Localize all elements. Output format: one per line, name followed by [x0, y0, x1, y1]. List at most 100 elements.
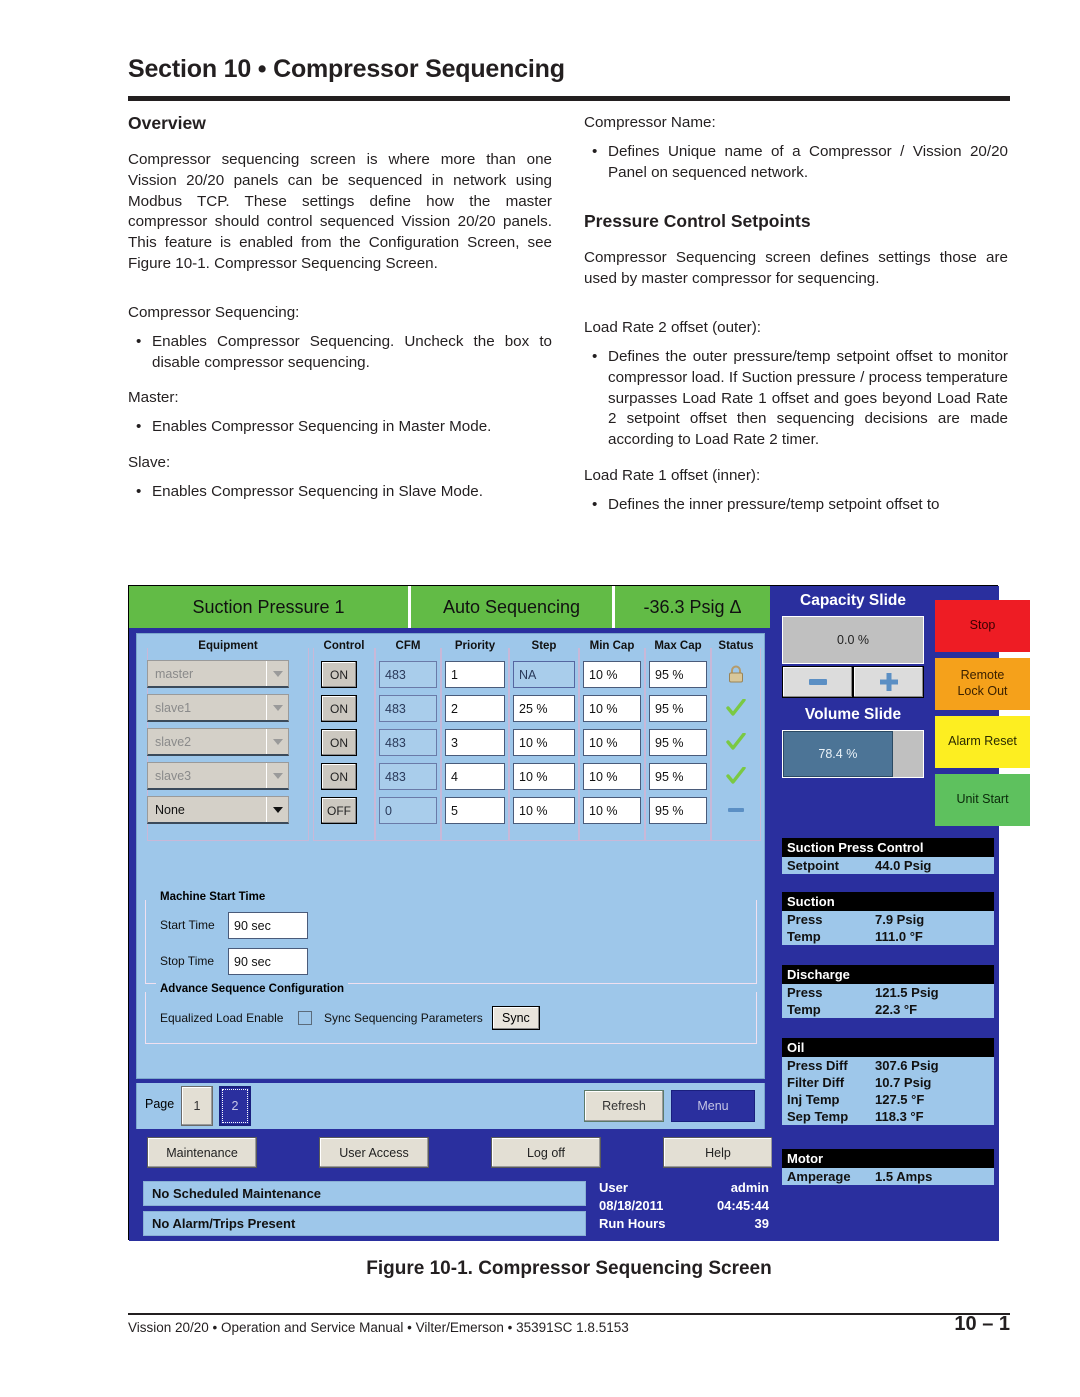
remote-lock-out-button[interactable]: Remote Lock Out	[935, 658, 1030, 710]
control-toggle-button[interactable]: ON	[321, 763, 357, 790]
start-time-input[interactable]: 90 sec	[228, 912, 308, 939]
cfm-input[interactable]: 0	[379, 797, 437, 824]
priority-input[interactable]: 2	[445, 695, 505, 722]
max-cap-input[interactable]: 95 %	[649, 763, 707, 790]
chevron-down-icon[interactable]	[266, 695, 288, 720]
footer-rule	[128, 1313, 1010, 1315]
list-item: Defines the inner pressure/temp setpoint…	[592, 495, 1008, 516]
maintenance-button[interactable]: Maintenance	[147, 1137, 257, 1168]
readout-row: Press 121.5 Psig	[782, 984, 994, 1001]
control-toggle-button[interactable]: ON	[321, 661, 357, 688]
max-cap-input[interactable]: 95 %	[649, 695, 707, 722]
cfm-input[interactable]: 483	[379, 729, 437, 756]
header-mode: Auto Sequencing	[411, 586, 615, 628]
max-cap-input[interactable]: 95 %	[649, 729, 707, 756]
equipment-dropdown[interactable]: None	[147, 796, 289, 824]
user-access-button[interactable]: User Access	[319, 1137, 429, 1168]
term-bullets: Defines the inner pressure/temp setpoint…	[584, 495, 1008, 516]
machine-start-time-legend: Machine Start Time	[156, 891, 270, 903]
control-toggle-button[interactable]: ON	[321, 729, 357, 756]
log-off-button[interactable]: Log off	[491, 1137, 601, 1168]
column-header-max_cap: Max Cap	[654, 640, 702, 652]
equipment-dropdown[interactable]: slave1	[147, 694, 289, 722]
term-bullets: Enables Compressor Sequencing in Master …	[128, 417, 552, 438]
capacity-minus-button[interactable]	[782, 666, 853, 698]
sync-parameters-label: Sync Sequencing Parameters	[324, 1011, 483, 1025]
min-cap-input[interactable]: 10 %	[583, 661, 641, 688]
max-cap-input[interactable]: 95 %	[649, 661, 707, 688]
alarm-reset-button[interactable]: Alarm Reset	[935, 716, 1030, 768]
control-toggle-button[interactable]: OFF	[321, 797, 357, 824]
readout-value: 44.0 Psig	[875, 858, 932, 873]
priority-input[interactable]: 4	[445, 763, 505, 790]
time-value: 04:45:44	[716, 1198, 769, 1213]
list-item: Enables Compressor Sequencing in Slave M…	[136, 482, 552, 503]
readout-value: 22.3 °F	[875, 1002, 918, 1017]
volume-slide-label: Volume Slide	[804, 706, 902, 723]
equipment-value: slave2	[155, 734, 192, 749]
menu-button[interactable]: Menu	[671, 1090, 755, 1122]
step-input[interactable]: 10 %	[513, 729, 575, 756]
stop-button-label: Stop	[969, 618, 996, 633]
cfm-input[interactable]: 483	[379, 695, 437, 722]
min-cap-input[interactable]: 10 %	[583, 729, 641, 756]
sync-button[interactable]: Sync	[492, 1006, 540, 1030]
min-cap-input[interactable]: 10 %	[583, 763, 641, 790]
equipment-value: slave1	[155, 700, 192, 715]
readout-value: 10.7 Psig	[875, 1075, 932, 1090]
cfm-input[interactable]: 483	[379, 661, 437, 688]
header-control-name: Suction Pressure 1	[129, 586, 411, 628]
min-cap-input[interactable]: 10 %	[583, 695, 641, 722]
term-label: Load Rate 1 offset (inner):	[584, 467, 761, 485]
unit-start-button[interactable]: Unit Start	[935, 774, 1030, 826]
list-item: Defines the outer pressure/temp setpoint…	[592, 347, 1008, 451]
equalized-load-checkbox[interactable]	[298, 1011, 312, 1025]
priority-input[interactable]: 1	[445, 661, 505, 688]
equipment-dropdown[interactable]: slave3	[147, 762, 289, 790]
readout-key: Press Diff	[787, 1058, 848, 1073]
readout-block-motor: Motor Amperage 1.5 Amps	[782, 1149, 994, 1185]
max-cap-input[interactable]: 95 %	[649, 797, 707, 824]
cfm-input[interactable]: 483	[379, 763, 437, 790]
run-hours-value: 39	[754, 1216, 769, 1231]
readout-row: Sep Temp 118.3 °F	[782, 1108, 994, 1125]
stop-button[interactable]: Stop	[935, 600, 1030, 652]
page-button-1[interactable]: 1	[181, 1086, 213, 1126]
column-header-priority: Priority	[454, 640, 496, 652]
chevron-down-icon[interactable]	[266, 729, 288, 754]
page-button-2[interactable]: 2	[219, 1086, 251, 1126]
equipment-dropdown[interactable]: master	[147, 660, 289, 688]
priority-input[interactable]: 5	[445, 797, 505, 824]
status-area: No Scheduled Maintenance No Alarm/Trips …	[129, 1176, 772, 1241]
chevron-down-icon[interactable]	[266, 661, 288, 686]
step-input[interactable]: 25 %	[513, 695, 575, 722]
stop-time-input[interactable]: 90 sec	[228, 948, 308, 975]
run-hours-label: Run Hours	[599, 1216, 666, 1231]
term-label: Slave:	[128, 454, 171, 472]
refresh-button[interactable]: Refresh	[584, 1090, 664, 1122]
start-time-label: Start Time	[160, 918, 215, 932]
page-title: Section 10 • Compressor Sequencing	[128, 55, 565, 83]
step-input[interactable]: NA	[513, 661, 575, 688]
figure-caption: Figure 10-1. Compressor Sequencing Scree…	[366, 1258, 772, 1279]
readout-row: Temp 22.3 °F	[782, 1001, 994, 1018]
lock-icon	[723, 661, 749, 687]
volume-slide-bar: 78.4 %	[782, 730, 924, 778]
control-toggle-button[interactable]: ON	[321, 695, 357, 722]
help-button[interactable]: Help	[663, 1137, 773, 1168]
step-input[interactable]: 10 %	[513, 763, 575, 790]
chevron-down-icon[interactable]	[266, 763, 288, 788]
equipment-dropdown[interactable]: slave2	[147, 728, 289, 756]
equalized-load-label: Equalized Load Enable	[160, 1011, 284, 1025]
readout-header: Oil	[782, 1038, 994, 1057]
chevron-down-icon[interactable]	[266, 797, 288, 822]
min-cap-input[interactable]: 10 %	[583, 797, 641, 824]
volume-slide-fill: 78.4 %	[783, 731, 893, 777]
term-label: Load Rate 2 offset (outer):	[584, 319, 762, 337]
readout-header: Suction	[782, 892, 994, 911]
user-value: admin	[730, 1180, 769, 1195]
readout-row: Setpoint 44.0 Psig	[782, 857, 994, 874]
capacity-plus-button[interactable]	[853, 666, 924, 698]
step-input[interactable]: 10 %	[513, 797, 575, 824]
priority-input[interactable]: 3	[445, 729, 505, 756]
